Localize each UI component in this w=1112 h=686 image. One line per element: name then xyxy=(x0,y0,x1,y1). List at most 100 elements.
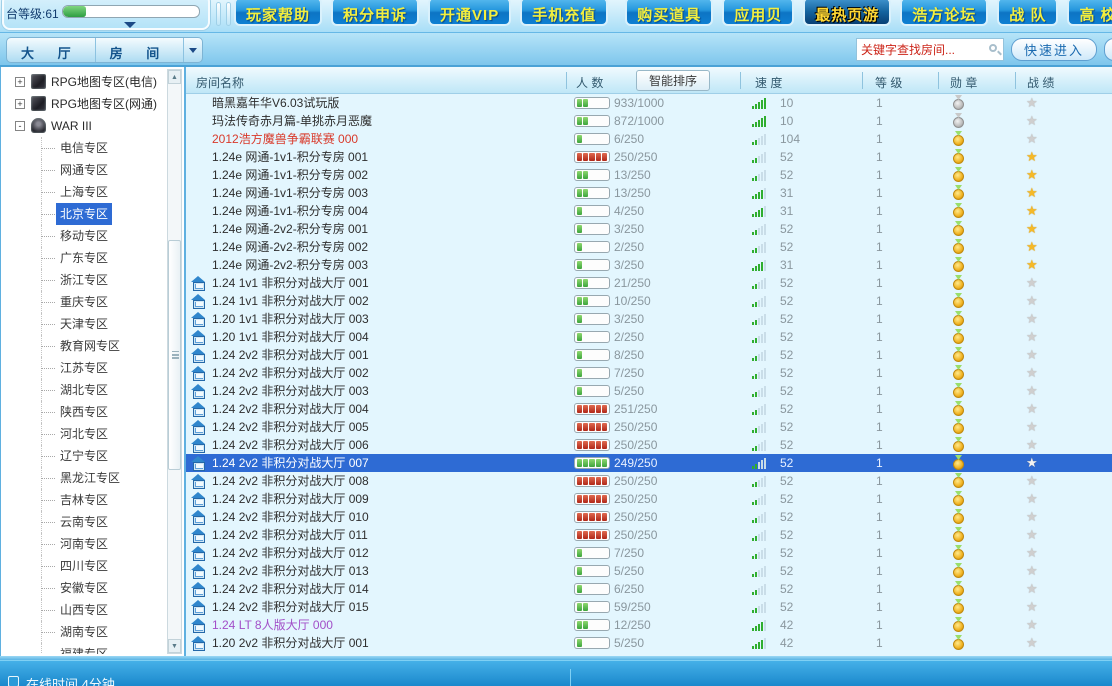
room-row[interactable]: 1.24 2v2 非积分对战大厅 012 7/250 52 1 ★ xyxy=(186,544,1112,562)
room-row[interactable]: 1.24 2v2 非积分对战大厅 014 6/250 52 1 ★ xyxy=(186,580,1112,598)
toolbar-button[interactable]: 积分申诉 xyxy=(331,0,420,26)
tree-region-item[interactable]: 重庆专区 xyxy=(3,291,165,313)
room-row[interactable]: 1.24 2v2 非积分对战大厅 013 5/250 52 1 ★ xyxy=(186,562,1112,580)
toolbar-button[interactable]: 战 队 xyxy=(997,0,1059,26)
search-icon[interactable] xyxy=(988,44,997,52)
tree-region-item[interactable]: 山西专区 xyxy=(3,599,165,621)
tree-guide-line xyxy=(41,280,55,281)
level-dropdown-arrow-icon[interactable] xyxy=(124,22,136,28)
room-row[interactable]: 1.24 2v2 非积分对战大厅 007 249/250 52 1 ★ xyxy=(186,454,1112,472)
tree-region-item[interactable]: 云南专区 xyxy=(3,511,165,533)
tree-root-node[interactable]: + RPG地图专区(网通) xyxy=(3,93,165,115)
room-row[interactable]: 1.24 2v2 非积分对战大厅 002 7/250 52 1 ★ xyxy=(186,364,1112,382)
room-search-input[interactable] xyxy=(856,39,975,60)
room-row[interactable]: 1.24 1v1 非积分对战大厅 001 21/250 52 1 ★ xyxy=(186,274,1112,292)
tree-region-item[interactable]: 安徽专区 xyxy=(3,577,165,599)
tree-region-item[interactable]: 陕西专区 xyxy=(3,401,165,423)
sidebar-scrollbar[interactable]: ▲ ▼ xyxy=(167,69,182,654)
room-row[interactable]: 1.24e 网通-2v2-积分专房 002 2/250 52 1 ★ xyxy=(186,238,1112,256)
tree-region-item[interactable]: 教育网专区 xyxy=(3,335,165,357)
room-row[interactable]: 1.24e 网通-1v1-积分专房 004 4/250 31 1 ★ xyxy=(186,202,1112,220)
room-row[interactable]: 1.20 1v1 非积分对战大厅 004 2/250 52 1 ★ xyxy=(186,328,1112,346)
tree-expand-toggle[interactable]: + xyxy=(15,77,25,87)
tree-expand-toggle[interactable]: + xyxy=(15,99,25,109)
room-row[interactable]: 1.20 2v2 非积分对战大厅 001 5/250 42 1 ★ xyxy=(186,634,1112,652)
tree-region-item[interactable]: 天津专区 xyxy=(3,313,165,335)
tab[interactable]: 大 厅 xyxy=(7,38,96,62)
quick-enter-button[interactable]: 快速进入 xyxy=(1010,38,1097,61)
room-row[interactable]: 1.24 2v2 非积分对战大厅 011 250/250 52 1 ★ xyxy=(186,526,1112,544)
tree-region-item[interactable]: 上海专区 xyxy=(3,181,165,203)
clipped-button[interactable] xyxy=(1104,38,1112,61)
tab-dropdown-button[interactable] xyxy=(184,38,202,62)
room-row[interactable]: 1.24e 网通-2v2-积分专房 001 3/250 52 1 ★ xyxy=(186,220,1112,238)
tree-region-item[interactable]: 吉林专区 xyxy=(3,489,165,511)
tree-root-node[interactable]: - WAR III xyxy=(3,115,165,137)
tree-region-item[interactable]: 移动专区 xyxy=(3,225,165,247)
toolbar-button[interactable]: 购买道具 xyxy=(625,0,714,26)
tree-region-item[interactable]: 河北专区 xyxy=(3,423,165,445)
room-row[interactable]: 1.24 2v2 非积分对战大厅 004 251/250 52 1 ★ xyxy=(186,400,1112,418)
room-row[interactable]: 1.24 LT 8人版大厅 000 12/250 42 1 ★ xyxy=(186,616,1112,634)
room-row[interactable]: 1.24 2v2 非积分对战大厅 009 250/250 52 1 ★ xyxy=(186,490,1112,508)
toolbar-button[interactable]: 玩家帮助 xyxy=(234,0,323,26)
tree-region-item[interactable]: 河南专区 xyxy=(3,533,165,555)
tree-region-item[interactable]: 湖南专区 xyxy=(3,621,165,643)
tree-region-item[interactable]: 黑龙江专区 xyxy=(3,467,165,489)
tree-region-item[interactable]: 辽宁专区 xyxy=(3,445,165,467)
room-row[interactable]: 2012浩方魔兽争霸联赛 000 6/250 104 1 ★ xyxy=(186,130,1112,148)
tree-root-node[interactable]: + RPG地图专区(电信) xyxy=(3,71,165,93)
toolbar-button[interactable]: 手机充值 xyxy=(520,0,609,26)
room-row[interactable]: 1.24 2v2 非积分对战大厅 003 5/250 52 1 ★ xyxy=(186,382,1112,400)
tree-region-item[interactable]: 江苏专区 xyxy=(3,357,165,379)
room-row[interactable]: 1.24 2v2 非积分对战大厅 001 8/250 52 1 ★ xyxy=(186,346,1112,364)
tree-region-item[interactable]: 广东专区 xyxy=(3,247,165,269)
room-type-icon xyxy=(191,132,206,146)
record-star-icon: ★ xyxy=(1026,383,1038,398)
room-row[interactable]: 1.24e 网通-1v1-积分专房 002 13/250 52 1 ★ xyxy=(186,166,1112,184)
medal-icon xyxy=(953,135,964,146)
toolbar-button[interactable]: 开通VIP xyxy=(428,0,512,26)
toolbar-button[interactable]: 浩方论坛 xyxy=(900,0,989,26)
tree-region-item[interactable]: 四川专区 xyxy=(3,555,165,577)
room-row[interactable]: 1.24 2v2 非积分对战大厅 006 250/250 52 1 ★ xyxy=(186,436,1112,454)
room-row[interactable]: 1.24 2v2 非积分对战大厅 010 250/250 52 1 ★ xyxy=(186,508,1112,526)
toolbar-button[interactable]: 最热页游 xyxy=(803,0,892,26)
room-list-panel: 房间名称 人 数 智能排序 速 度 等 级 勋 章 战 绩 暗黑嘉年华V6.03… xyxy=(186,67,1112,656)
room-row[interactable]: 1.24e 网通-1v1-积分专房 001 250/250 52 1 ★ xyxy=(186,148,1112,166)
speed-signal-icon xyxy=(752,512,768,523)
room-table-body: 暗黑嘉年华V6.03试玩版 933/1000 10 1 ★ 玛法传奇赤月篇-单挑… xyxy=(186,94,1112,652)
speed-signal-icon xyxy=(752,440,768,451)
tree-guide-line xyxy=(41,368,55,369)
tree-guide-line xyxy=(41,412,55,413)
scroll-up-arrow-icon[interactable]: ▲ xyxy=(168,70,181,84)
toolbar-button[interactable]: 高 校 xyxy=(1067,0,1112,26)
scrollbar-thumb[interactable] xyxy=(168,240,181,470)
room-row[interactable]: 1.24 2v2 非积分对战大厅 005 250/250 52 1 ★ xyxy=(186,418,1112,436)
tree-region-item[interactable]: 电信专区 xyxy=(3,137,165,159)
room-row[interactable]: 1.24 1v1 非积分对战大厅 002 10/250 52 1 ★ xyxy=(186,292,1112,310)
tree-region-item[interactable]: 北京专区 xyxy=(3,203,165,225)
room-row[interactable]: 1.24 2v2 非积分对战大厅 008 250/250 52 1 ★ xyxy=(186,472,1112,490)
level-value: 1 xyxy=(876,348,883,362)
level-value: 1 xyxy=(876,276,883,290)
people-count: 8/250 xyxy=(614,348,645,362)
room-row[interactable]: 暗黑嘉年华V6.03试玩版 933/1000 10 1 ★ xyxy=(186,94,1112,112)
toolbar-button[interactable]: 应用贝 xyxy=(722,0,795,26)
room-row[interactable]: 玛法传奇赤月篇-单挑赤月恶魔 872/1000 10 1 ★ xyxy=(186,112,1112,130)
tree-region-item[interactable]: 网通专区 xyxy=(3,159,165,181)
tree-region-item[interactable]: 浙江专区 xyxy=(3,269,165,291)
room-row[interactable]: 1.24 2v2 非积分对战大厅 015 59/250 52 1 ★ xyxy=(186,598,1112,616)
tab[interactable]: 房 间 xyxy=(96,38,185,62)
smart-sort-button[interactable]: 智能排序 xyxy=(636,70,711,91)
scroll-down-arrow-icon[interactable]: ▼ xyxy=(168,639,181,653)
room-row[interactable]: 1.24e 网通-2v2-积分专房 003 3/250 31 1 ★ xyxy=(186,256,1112,274)
room-row[interactable]: 1.20 1v1 非积分对战大厅 003 3/250 52 1 ★ xyxy=(186,310,1112,328)
tree-region-item[interactable]: 福建专区 xyxy=(3,643,165,654)
room-row[interactable]: 1.24e 网通-1v1-积分专房 003 13/250 31 1 ★ xyxy=(186,184,1112,202)
speed-signal-icon xyxy=(752,260,768,271)
room-name: 1.24 1v1 非积分对战大厅 001 xyxy=(212,276,369,290)
people-bar xyxy=(574,403,610,415)
tree-region-item[interactable]: 湖北专区 xyxy=(3,379,165,401)
tree-expand-toggle[interactable]: - xyxy=(15,121,25,131)
